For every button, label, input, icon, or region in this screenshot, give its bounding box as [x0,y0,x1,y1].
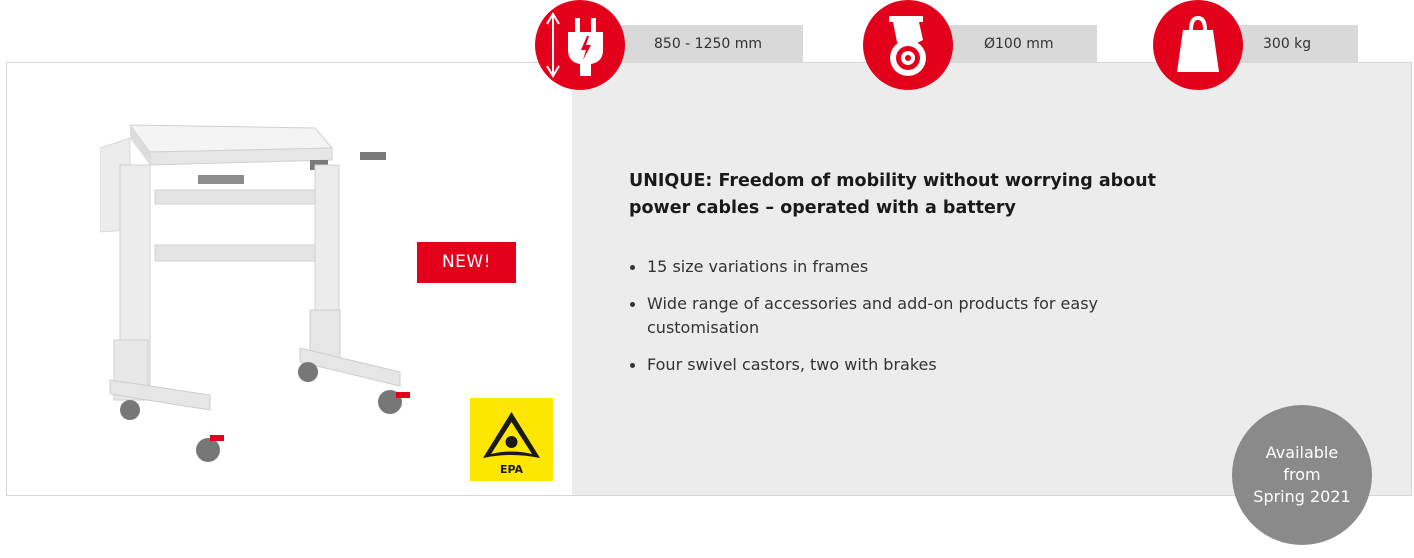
feature-item: Wide range of accessories and add-on pro… [629,292,1129,340]
new-badge: NEW! [417,242,516,283]
spec-height-label: 850 - 1250 mm [620,25,803,63]
castor-wheel-icon [863,0,953,90]
feature-item: Four swivel castors, two with brakes [629,353,1129,377]
availability-line-3: Spring 2021 [1253,487,1351,506]
feature-list: 15 size variations in frames Wide range … [629,255,1129,390]
epa-label: EPA [500,463,524,476]
weight-icon [1153,0,1243,90]
availability-line-2: from [1283,465,1321,484]
availability-line-1: Available [1265,443,1339,462]
esd-warning-icon: EPA [483,412,540,476]
height-plug-icon [535,0,625,90]
work-table-image [100,124,410,462]
feature-item: 15 size variations in frames [629,255,1129,279]
availability-badge: Available from Spring 2021 [1232,405,1372,545]
epa-badge: EPA [470,398,553,481]
spec-castor-label: Ø100 mm [930,25,1097,63]
product-headline: UNIQUE: Freedom of mobility without worr… [629,171,1156,218]
